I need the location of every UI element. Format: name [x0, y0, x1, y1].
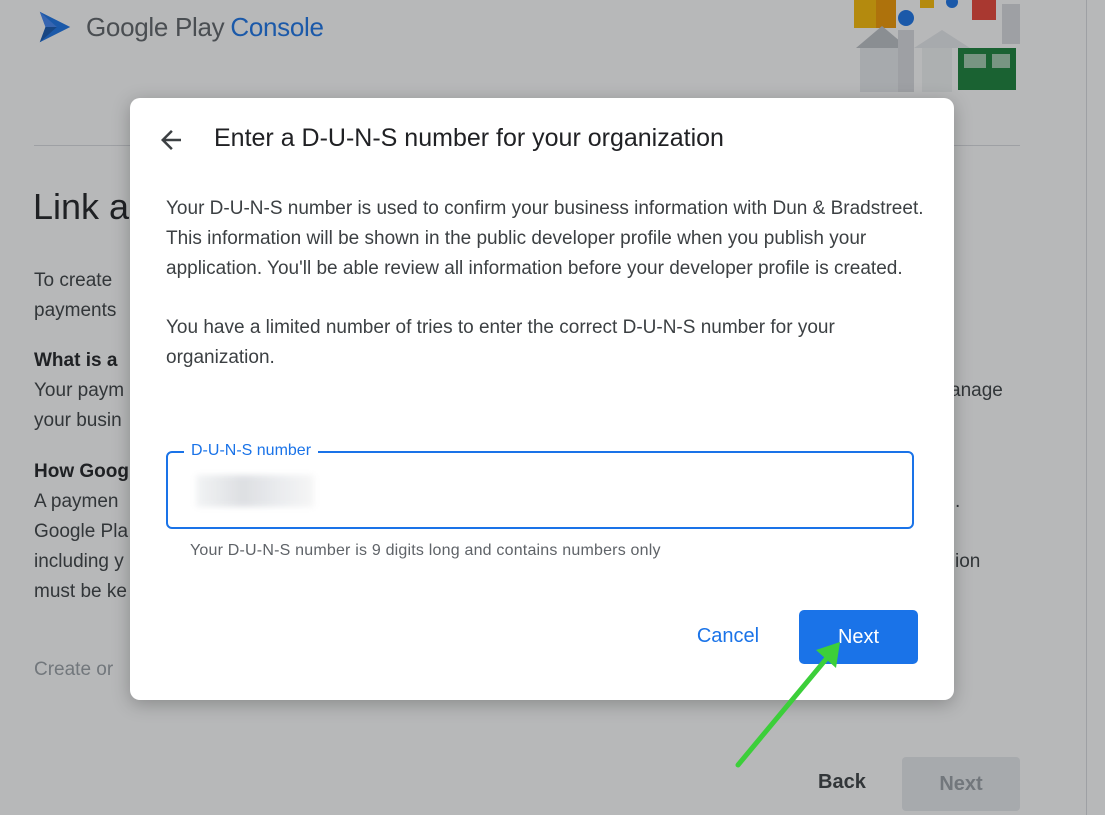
next-button[interactable]: Next: [799, 610, 918, 664]
redacted-value: [196, 475, 314, 507]
dialog-title: Enter a D-U-N-S number for your organiza…: [214, 124, 724, 152]
page: Google Play Console Link a To create pay…: [0, 0, 1105, 815]
arrow-back-icon[interactable]: [156, 125, 186, 155]
dialog-paragraph: Your D-U-N-S number is used to confirm y…: [166, 198, 924, 279]
dialog-body: Your D-U-N-S number is used to confirm y…: [166, 194, 926, 402]
duns-dialog: Enter a D-U-N-S number for your organiza…: [130, 98, 954, 700]
dialog-paragraph: You have a limited number of tries to en…: [166, 317, 835, 368]
duns-number-field[interactable]: D-U-N-S number: [166, 441, 914, 529]
duns-helper-text: Your D-U-N-S number is 9 digits long and…: [190, 542, 661, 559]
duns-number-label: D-U-N-S number: [184, 441, 319, 461]
cancel-button[interactable]: Cancel: [678, 610, 778, 662]
